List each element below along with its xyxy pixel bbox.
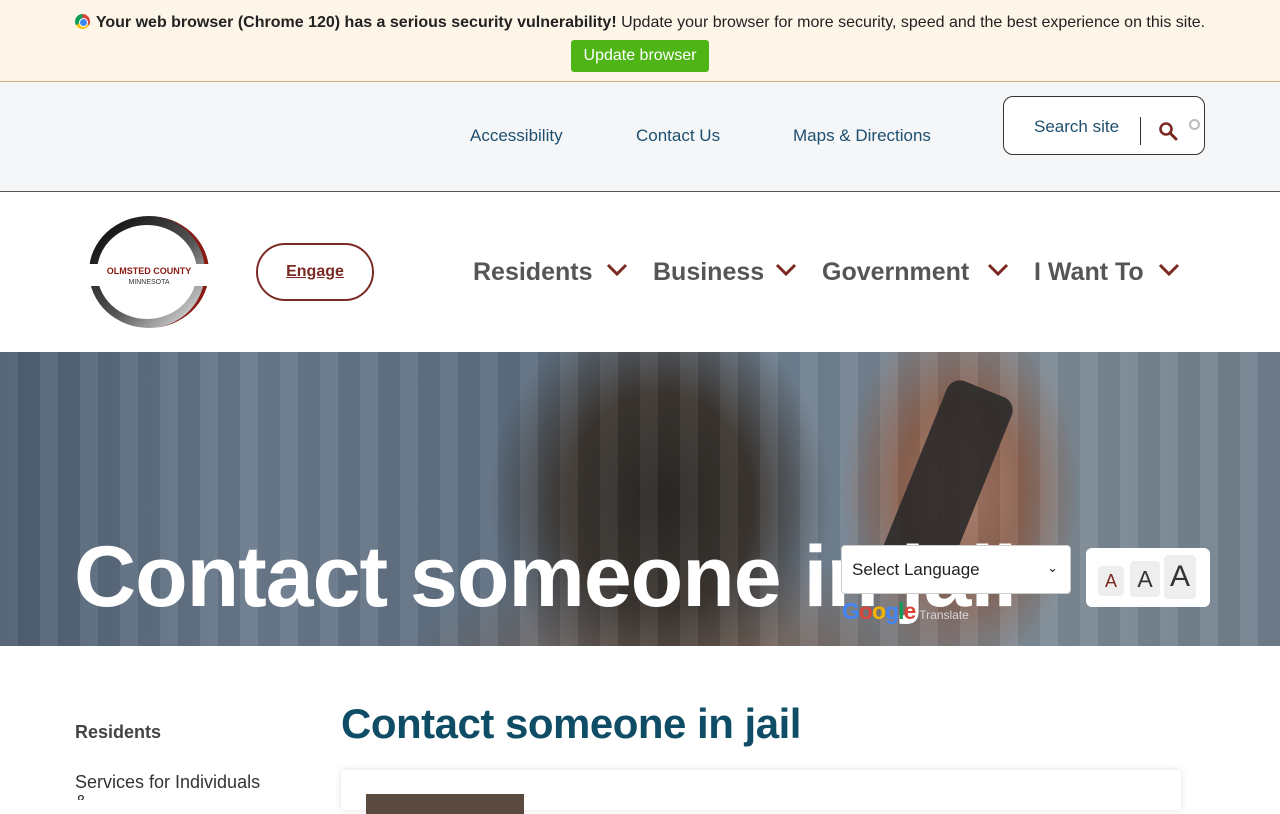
search-divider: [1140, 117, 1141, 145]
sidebar-item-services[interactable]: Services for Individuals &: [75, 772, 265, 800]
language-select-value: Select Language: [852, 560, 980, 579]
chevron-down-icon[interactable]: [986, 262, 1010, 278]
chevron-down-icon[interactable]: [774, 262, 798, 278]
text-size-medium-button[interactable]: A: [1130, 561, 1160, 597]
chrome-icon: [74, 14, 90, 29]
text-size-small-button[interactable]: A: [1098, 566, 1124, 596]
sidebar-heading[interactable]: Residents: [75, 722, 161, 743]
translate-label: Translate: [919, 608, 969, 622]
site-search[interactable]: Search site: [1003, 96, 1205, 155]
text-size-large-button[interactable]: A: [1164, 555, 1196, 599]
page-title: Contact someone in jail: [341, 700, 801, 747]
logo-text-county: OLMSTED COUNTY: [107, 266, 192, 276]
chevron-down-icon[interactable]: [605, 262, 629, 278]
card-image: [366, 794, 524, 814]
utility-bar: Accessibility Contact Us Maps & Directio…: [0, 82, 1280, 192]
nav-government[interactable]: Government: [822, 258, 969, 287]
language-select[interactable]: Select Language ⌄: [841, 545, 1071, 594]
text-size-controls: A A A: [1086, 548, 1210, 607]
update-browser-button[interactable]: Update browser: [571, 40, 709, 72]
content-card: [341, 770, 1181, 814]
chevron-down-icon: ⌄: [1047, 560, 1058, 575]
google-translate-brand[interactable]: Google Translate: [842, 598, 969, 625]
nav-residents[interactable]: Residents: [473, 258, 592, 287]
search-icon[interactable]: [1158, 121, 1178, 141]
loading-indicator-icon: [1189, 119, 1200, 130]
browser-update-banner: Your web browser (Chrome 120) has a seri…: [0, 0, 1280, 82]
banner-warning-bold: Your web browser (Chrome 120) has a seri…: [95, 14, 617, 31]
accessibility-link[interactable]: Accessibility: [470, 126, 563, 146]
nav-i-want-to[interactable]: I Want To: [1034, 258, 1144, 287]
banner-warning-text: Update your browser for more security, s…: [616, 14, 1206, 31]
main-navigation: OLMSTED COUNTY MINNESOTA Engage Resident…: [0, 192, 1280, 352]
nav-business[interactable]: Business: [653, 258, 764, 287]
logo-text-state: MINNESOTA: [128, 279, 169, 286]
olmsted-county-logo[interactable]: OLMSTED COUNTY MINNESOTA: [88, 215, 210, 329]
banner-message: Your web browser (Chrome 120) has a seri…: [0, 14, 1280, 32]
google-logo: Google: [842, 598, 916, 624]
chevron-down-icon[interactable]: [1157, 262, 1181, 278]
maps-directions-link[interactable]: Maps & Directions: [793, 126, 931, 146]
engage-button[interactable]: Engage: [256, 243, 374, 301]
contact-us-link[interactable]: Contact Us: [636, 126, 720, 146]
search-input[interactable]: Search site: [1034, 117, 1119, 137]
